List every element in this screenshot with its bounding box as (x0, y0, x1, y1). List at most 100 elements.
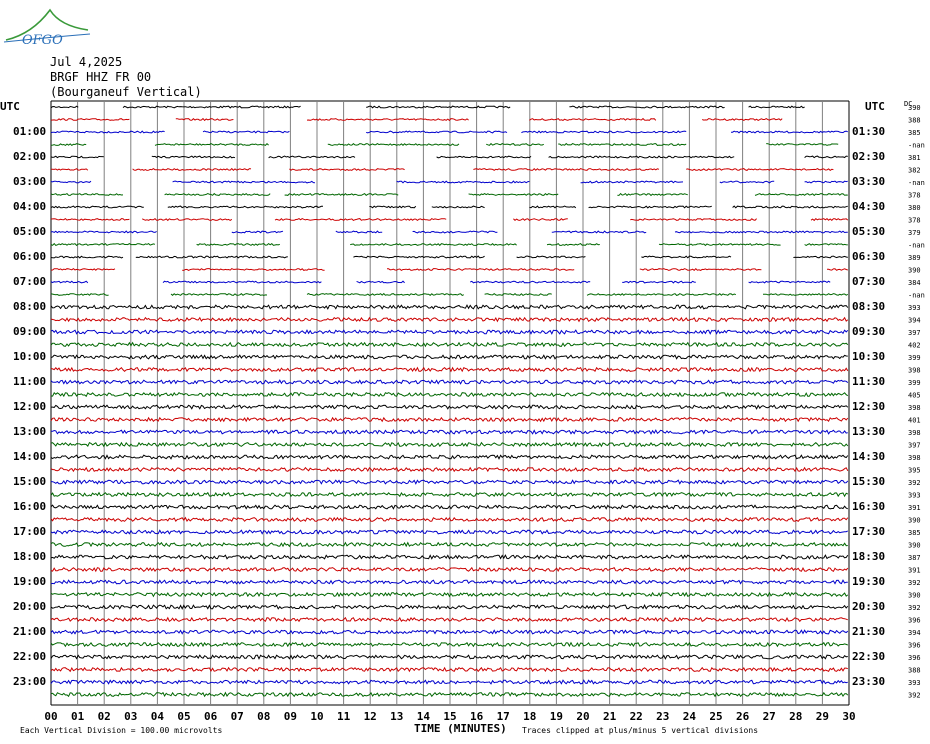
right-hour-label: 06:30 (852, 250, 885, 263)
dc-offset-label: 392 (908, 604, 921, 612)
x-tick-label: 28 (789, 710, 802, 723)
right-axis-title: UTC (865, 100, 885, 113)
right-hour-label: 08:30 (852, 300, 885, 313)
dc-offset-label: 381 (908, 154, 921, 162)
dc-axis-title: DC (904, 100, 912, 108)
dc-offset-label: 390 (908, 267, 921, 275)
left-hour-label: 14:00 (13, 450, 46, 463)
trace-line (50, 205, 848, 209)
trace-line (50, 416, 849, 423)
trace-line (50, 255, 848, 259)
x-tick-label: 13 (390, 710, 403, 723)
x-tick-label: 10 (310, 710, 323, 723)
left-hour-label: 12:00 (13, 400, 46, 413)
left-hour-label: 22:00 (13, 650, 46, 663)
x-tick-label: 27 (763, 710, 776, 723)
x-tick-label: 04 (151, 710, 165, 723)
left-hour-label: 02:00 (13, 150, 46, 163)
trace-line (50, 379, 849, 385)
dc-offset-label: 385 (908, 529, 921, 537)
dc-offset-label: 391 (908, 504, 921, 512)
trace-line (50, 579, 848, 585)
dc-offset-label: 388 (908, 117, 921, 125)
x-tick-label: 01 (71, 710, 85, 723)
footer-clip: Traces clipped at plus/minus 5 vertical … (522, 726, 759, 735)
trace-line (50, 242, 848, 247)
dc-offset-label: 398 (908, 454, 921, 462)
dc-offset-label: 384 (908, 279, 921, 287)
trace-line (50, 479, 849, 485)
trace-line (50, 629, 849, 635)
dc-offset-label: 394 (908, 629, 921, 637)
dc-offset-label: -nan (908, 292, 925, 300)
x-tick-label: 25 (709, 710, 722, 723)
dc-offset-label: 390 (908, 542, 921, 550)
x-tick-label: 08 (257, 710, 270, 723)
right-hour-label: 09:30 (852, 325, 885, 338)
dc-offset-label: 378 (908, 192, 921, 200)
trace-line (50, 454, 849, 460)
trace-line (50, 441, 849, 448)
left-axis-title: UTC (0, 100, 20, 113)
right-hour-label: 22:30 (852, 650, 885, 663)
left-hour-label: 13:00 (13, 425, 46, 438)
left-hour-label: 04:00 (13, 200, 46, 213)
right-hour-label: 19:30 (852, 575, 885, 588)
left-hour-label: 05:00 (13, 225, 46, 238)
dc-offset-label: 398 (908, 404, 921, 412)
x-tick-label: 03 (124, 710, 137, 723)
dc-offset-label: 379 (908, 229, 921, 237)
trace-line (50, 117, 783, 122)
x-tick-label: 18 (523, 710, 536, 723)
right-hour-label: 13:30 (852, 425, 885, 438)
trace-line (50, 616, 848, 623)
trace-line (50, 591, 849, 598)
trace-line (50, 329, 849, 335)
trace-line (50, 691, 849, 698)
dc-offset-label: 395 (908, 467, 921, 475)
x-tick-label: 20 (576, 710, 589, 723)
trace-line (50, 654, 848, 660)
left-hour-label: 23:00 (13, 675, 46, 688)
x-axis-label: TIME (MINUTES) (414, 722, 507, 735)
trace-line (50, 491, 849, 498)
dc-offset-label: 396 (908, 642, 921, 650)
dc-offset-label: 387 (908, 554, 921, 562)
x-tick-label: 22 (630, 710, 643, 723)
left-hour-label: 18:00 (13, 550, 46, 563)
dc-offset-label: 390 (908, 517, 921, 525)
x-tick-label: 09 (284, 710, 297, 723)
right-hour-label: 05:30 (852, 225, 885, 238)
right-hour-label: 17:30 (852, 525, 885, 538)
trace-line (50, 230, 848, 234)
dc-offset-label: 396 (908, 617, 921, 625)
x-tick-label: 26 (736, 710, 750, 723)
right-hour-label: 16:30 (852, 500, 885, 513)
trace-line (50, 466, 849, 473)
dc-offset-label: 401 (908, 417, 921, 425)
dc-offset-label: 393 (908, 492, 921, 500)
dc-offset-label: 392 (908, 479, 921, 487)
trace-line (50, 604, 849, 610)
dc-offset-label: 396 (908, 654, 921, 662)
dc-offset-label: 388 (908, 667, 921, 675)
x-tick-label: 05 (177, 710, 190, 723)
dc-offset-label: 399 (908, 354, 921, 362)
dc-offset-label: 405 (908, 392, 921, 400)
left-hour-label: 03:00 (13, 175, 46, 188)
x-tick-label: 06 (204, 710, 218, 723)
helicorder-plot: 00 01 02 03 04 05 06 07 08 09 10 11 12 13 14 15 16 17 18 19… (0, 100, 925, 723)
trace-line (50, 316, 849, 323)
trace-line (50, 292, 849, 297)
trace-line (50, 130, 848, 134)
dc-offset-label: 392 (908, 692, 921, 700)
dc-offset-label: 393 (908, 304, 921, 312)
x-tick-label: 21 (603, 710, 617, 723)
trace-line (50, 304, 849, 310)
dc-offset-label: -nan (908, 142, 925, 150)
right-hour-label: 04:30 (852, 200, 885, 213)
trace-line (50, 354, 848, 360)
trace-line (51, 404, 849, 410)
left-hour-label: 11:00 (13, 375, 46, 388)
right-hour-label: 18:30 (852, 550, 885, 563)
